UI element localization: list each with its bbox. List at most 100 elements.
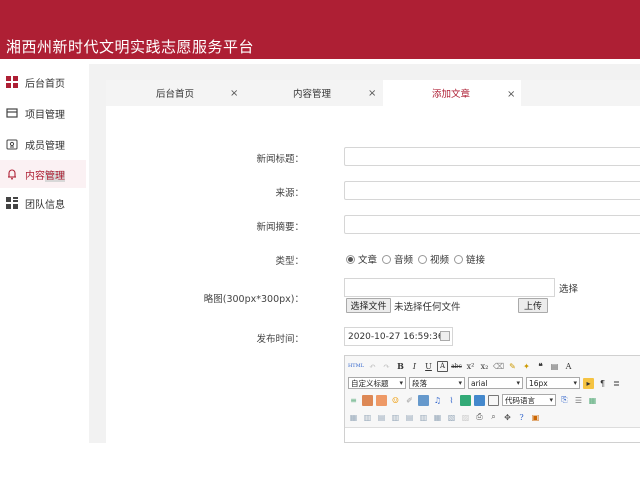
justify-icon[interactable]: ≡ (348, 395, 359, 406)
sidebar: 后台首页 项目管理 成员管理 内容管理 团队信息 (0, 64, 86, 480)
underline-icon[interactable]: U (423, 361, 434, 372)
radio-circle[interactable] (346, 254, 355, 264)
sidebar-item-projects[interactable]: 项目管理 (0, 99, 86, 127)
paste-plain-icon[interactable]: ▤ (549, 361, 560, 372)
toolbar-row-2: 自定义标题 段落 arial 16px ▸ ¶ ≣ (348, 376, 625, 390)
thumbnail-select-text[interactable]: 选择 (559, 281, 578, 295)
radio-circle[interactable] (382, 254, 392, 264)
close-icon[interactable]: × (507, 89, 515, 100)
tab-dashboard[interactable]: 后台首页 × (106, 80, 249, 106)
sidebar-item-content[interactable]: 内容管理 (0, 160, 86, 188)
bold-icon[interactable]: B (395, 361, 406, 372)
map-icon[interactable] (418, 394, 429, 406)
auto-format-icon[interactable]: ✦ (521, 361, 532, 372)
type-radio-audio[interactable]: 音频 (382, 252, 413, 266)
paragraph-select[interactable]: 段落 (409, 377, 465, 389)
scrawl-icon[interactable]: ✐ (404, 395, 415, 406)
publish-time-input[interactable]: 2020-10-27 16:59:36 (344, 327, 453, 346)
split-rows-icon[interactable]: ▨ (460, 412, 471, 423)
insert-row-icon[interactable]: ▤ (376, 412, 387, 423)
publish-time-label: 发布时间： (256, 334, 304, 345)
merge-cells-icon[interactable]: ▦ (432, 412, 443, 423)
summary-input[interactable] (344, 215, 640, 234)
pilcrow-icon[interactable]: ¶ (597, 378, 608, 389)
eraser-icon[interactable]: ⌫ (493, 361, 504, 372)
font-family-select[interactable]: arial (468, 377, 523, 389)
search-replace-icon[interactable]: ✥ (502, 412, 513, 423)
emoji-icon[interactable]: ☺ (390, 395, 401, 406)
attachment-icon[interactable]: ⌇ (446, 395, 457, 406)
toolbar-row-4: ▦ ▥ ▤ ▥ ▤ ▥ ▦ ▧ ▨ ⎙ ⌕ ✥ ? ▣ (348, 410, 544, 424)
preview-icon[interactable]: ⌕ (488, 412, 499, 423)
indent-icon[interactable]: ≣ (611, 378, 622, 389)
italic-icon[interactable]: I (409, 361, 420, 372)
team-grid-icon (6, 197, 18, 209)
tab-add-article[interactable]: 添加文章 × (383, 80, 521, 108)
tab-label: 添加文章 (432, 89, 471, 100)
superscript-icon[interactable]: x² (465, 361, 476, 372)
sidebar-item-dashboard[interactable]: 后台首页 (0, 68, 86, 96)
undo-icon[interactable]: ↶ (367, 361, 378, 372)
insert-table-icon[interactable]: ▦ (348, 412, 359, 423)
publish-time-value: 2020-10-27 16:59:36 (348, 331, 444, 342)
table-icon[interactable]: ▦ (587, 395, 598, 406)
template-icon[interactable] (460, 394, 471, 406)
blockquote-icon[interactable]: ❝ (535, 361, 546, 372)
align-left-icon[interactable]: ☰ (573, 395, 584, 406)
redo-icon[interactable]: ↷ (381, 361, 392, 372)
page-break-icon[interactable]: ⎘ (559, 395, 570, 406)
multi-image-icon[interactable] (376, 394, 387, 406)
heading-select[interactable]: 自定义标题 (348, 377, 406, 389)
delete-col-icon[interactable]: ▥ (418, 412, 429, 423)
radio-circle[interactable] (454, 254, 464, 264)
print-icon[interactable]: ⎙ (474, 412, 485, 423)
image-icon[interactable] (362, 394, 373, 406)
choose-file-button[interactable]: 选择文件 (346, 298, 391, 313)
drafts-icon[interactable]: ▣ (530, 412, 541, 423)
upload-button[interactable]: 上传 (518, 298, 548, 313)
font-color-icon[interactable]: A (563, 361, 574, 372)
insert-frame-icon[interactable] (488, 394, 499, 406)
delete-row-icon[interactable]: ▤ (404, 412, 415, 423)
close-icon[interactable]: × (230, 88, 238, 99)
summary-label: 新闻摘要： (256, 222, 304, 233)
member-card-icon (6, 138, 18, 150)
thumbnail-path-input[interactable] (344, 278, 555, 297)
source-label: 来源： (275, 188, 304, 199)
radio-circle[interactable] (418, 254, 428, 264)
type-radio-link[interactable]: 链接 (454, 252, 485, 266)
code-language-select[interactable]: 代码语言 (502, 394, 556, 406)
title-input[interactable] (344, 147, 640, 166)
sidebar-item-team[interactable]: 团队信息 (0, 189, 86, 217)
sidebar-item-members[interactable]: 成员管理 (0, 130, 86, 158)
calendar-icon[interactable] (440, 331, 450, 341)
type-radio-video[interactable]: 视频 (418, 252, 449, 266)
strikethrough-icon[interactable]: abc (451, 361, 462, 372)
type-radio-group: 文章 音频 视频 链接 (346, 252, 490, 266)
sidebar-item-label: 内容管理 (25, 167, 65, 182)
close-icon[interactable]: × (368, 88, 376, 99)
rich-text-editor[interactable]: HTML ↶ ↷ B I U A abc x² x₂ ⌫ ✎ ✦ ❝ ▤ A 自… (344, 355, 640, 443)
subscript-icon[interactable]: x₂ (479, 361, 490, 372)
delete-table-icon[interactable]: ▥ (362, 412, 373, 423)
radio-label: 音频 (394, 255, 414, 266)
source-input[interactable] (344, 181, 640, 200)
insert-col-icon[interactable]: ▥ (390, 412, 401, 423)
ltr-icon[interactable]: ▸ (583, 377, 594, 389)
toolbar-row-1: HTML ↶ ↷ B I U A abc x² x₂ ⌫ ✎ ✦ ❝ ▤ A (348, 359, 577, 373)
font-size-select[interactable]: 16px (526, 377, 580, 389)
tab-content-management[interactable]: 内容管理 × (249, 80, 383, 106)
tab-label: 后台首页 (156, 89, 195, 100)
border-text-icon[interactable]: A (437, 360, 448, 372)
html-source-icon[interactable]: HTML (348, 361, 364, 372)
sidebar-item-label: 项目管理 (25, 109, 65, 121)
type-radio-article[interactable]: 文章 (346, 252, 377, 266)
split-cells-icon[interactable]: ▧ (446, 412, 457, 423)
background-icon[interactable] (474, 394, 485, 406)
top-header: 湘西州新时代文明实践志愿服务平台 (0, 0, 640, 59)
format-brush-icon[interactable]: ✎ (507, 361, 518, 372)
music-icon[interactable]: ♫ (432, 395, 443, 406)
sidebar-item-label-part: 内容 (25, 170, 45, 182)
tab-label: 内容管理 (293, 89, 332, 100)
help-icon[interactable]: ? (516, 412, 527, 423)
